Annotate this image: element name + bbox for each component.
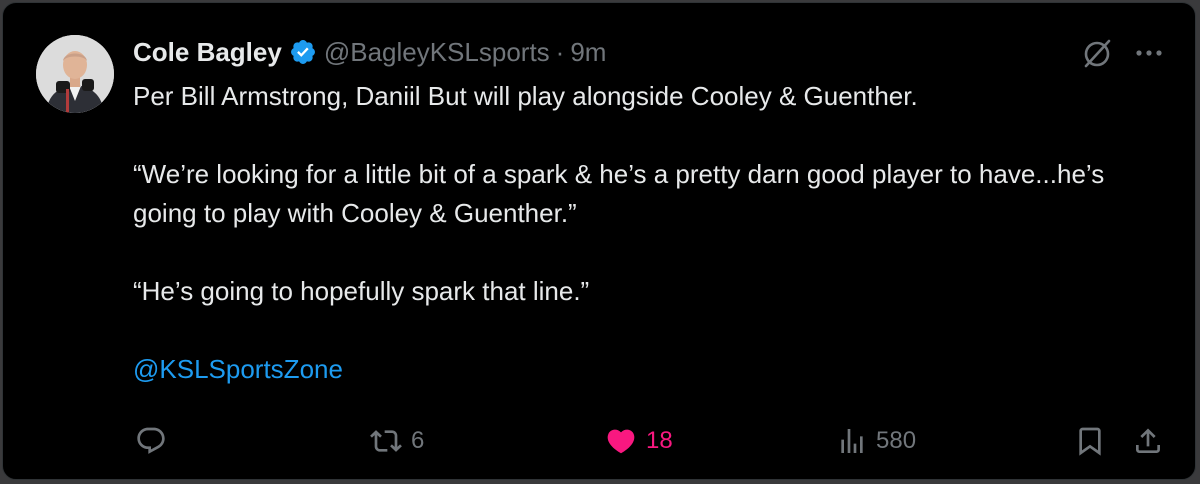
more-icon[interactable] <box>1133 43 1165 63</box>
tweet-body: Per Bill Armstrong, Daniil But will play… <box>133 77 1153 389</box>
author-handle[interactable]: @BagleyKSLsports <box>324 37 550 68</box>
author-name[interactable]: Cole Bagley <box>133 37 282 68</box>
tweet-paragraph: “We’re looking for a little bit of a spa… <box>133 159 1105 228</box>
tweet-paragraph: Per Bill Armstrong, Daniil But will play… <box>133 81 918 111</box>
repost-count: 6 <box>411 427 425 454</box>
grok-icon[interactable] <box>1080 37 1114 71</box>
tweet-paragraph: “He’s going to hopefully spark that line… <box>133 276 590 306</box>
share-icon <box>1136 428 1160 453</box>
views-icon <box>841 429 863 453</box>
views-button[interactable]: 580 <box>836 421 916 461</box>
repost-icon <box>370 430 402 452</box>
mention-link[interactable]: @KSLSportsZone <box>133 354 343 384</box>
heart-icon <box>607 429 635 454</box>
tweet-header: Cole Bagley @BagleyKSLsports · 9m <box>133 35 606 69</box>
bookmark-button[interactable] <box>1074 421 1106 461</box>
like-count: 18 <box>646 427 673 454</box>
avatar-image <box>36 35 114 113</box>
bookmark-icon <box>1079 427 1101 456</box>
repost-button[interactable]: 6 <box>369 421 424 461</box>
tweet-card[interactable]: Cole Bagley @BagleyKSLsports · 9m Per Bi… <box>2 2 1196 480</box>
views-count: 580 <box>876 427 917 454</box>
verified-badge-icon[interactable] <box>289 38 317 66</box>
timestamp[interactable]: 9m <box>570 37 606 68</box>
like-button[interactable]: 18 <box>604 421 673 461</box>
separator-dot: · <box>555 36 565 67</box>
reply-icon <box>137 427 165 454</box>
avatar[interactable] <box>36 35 114 113</box>
action-bar: 6 18 580 <box>3 421 1197 461</box>
share-button[interactable] <box>1132 421 1164 461</box>
reply-button[interactable] <box>135 421 167 461</box>
